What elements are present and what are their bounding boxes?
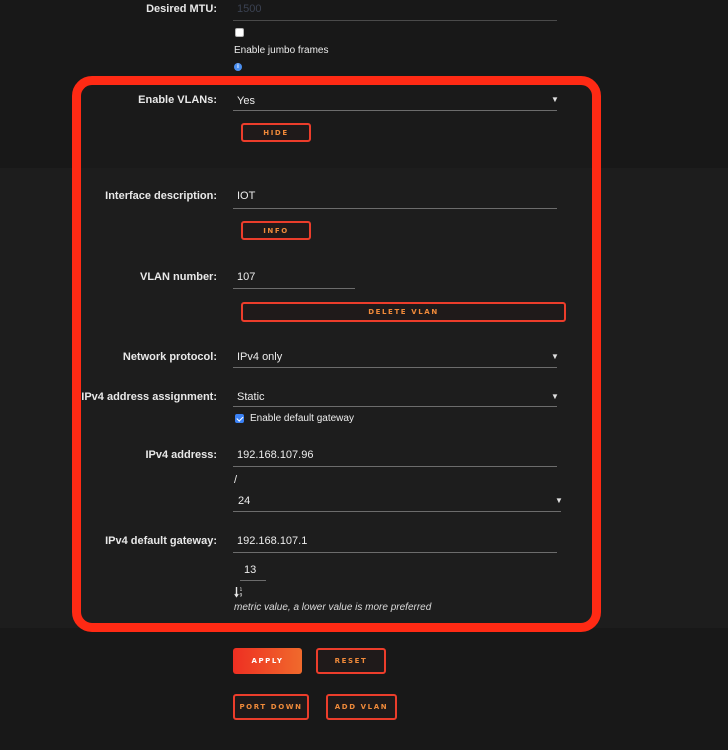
ipv4-address-input[interactable]: 192.168.107.96	[237, 449, 313, 461]
info-icon[interactable]: i	[234, 63, 242, 71]
mtu-label: Desired MTU:	[146, 3, 217, 15]
sort-numeric-icon: 1 9	[234, 585, 244, 599]
jumbo-frames-label: Enable jumbo frames	[234, 45, 329, 56]
ipv4-address-label: IPv4 address:	[145, 449, 217, 461]
ipv4-gateway-label: IPv4 default gateway:	[105, 535, 217, 547]
vlan-number-underline	[233, 288, 355, 289]
prefix-length-underline	[233, 511, 561, 512]
prefix-length-select[interactable]: 24	[238, 495, 250, 507]
vlan-number-label: VLAN number:	[140, 271, 217, 283]
reset-button[interactable]: RESET	[316, 648, 386, 674]
svg-text:1: 1	[240, 587, 243, 593]
enable-vlans-select[interactable]: Yes	[237, 95, 255, 107]
info-button[interactable]: INFO	[241, 221, 311, 240]
add-vlan-button[interactable]: ADD VLAN	[326, 694, 397, 720]
enable-vlans-underline	[233, 110, 557, 111]
ipv4-assignment-label: IPv4 address assignment:	[81, 391, 217, 403]
apply-button[interactable]: APPLY	[233, 648, 302, 674]
ipv4-assignment-underline	[233, 406, 557, 407]
hide-button[interactable]: HIDE	[241, 123, 311, 142]
prefix-separator: /	[234, 474, 238, 486]
chevron-down-icon: ▼	[555, 496, 563, 505]
chevron-down-icon: ▼	[551, 392, 559, 401]
svg-text:9: 9	[240, 593, 243, 599]
mtu-input-underline	[233, 20, 557, 21]
mtu-input[interactable]: 1500	[237, 3, 261, 15]
bottom-section-bg	[0, 628, 728, 750]
metric-input[interactable]: 13	[244, 564, 256, 576]
enable-vlans-label: Enable VLANs:	[138, 94, 217, 106]
ipv4-gateway-input[interactable]: 192.168.107.1	[237, 535, 307, 547]
delete-vlan-button[interactable]: DELETE VLAN	[241, 302, 566, 322]
interface-description-input[interactable]: IOT	[237, 190, 255, 202]
network-protocol-select[interactable]: IPv4 only	[237, 351, 282, 363]
default-gateway-checkbox-label: Enable default gateway	[250, 413, 354, 424]
network-protocol-label: Network protocol:	[122, 351, 217, 363]
vlan-number-input[interactable]: 107	[237, 271, 255, 283]
metric-underline	[240, 580, 266, 581]
ipv4-gateway-underline	[233, 552, 557, 553]
chevron-down-icon: ▼	[551, 352, 559, 361]
chevron-down-icon: ▼	[551, 95, 559, 104]
ipv4-assignment-select[interactable]: Static	[237, 391, 265, 403]
metric-hint: metric value, a lower value is more pref…	[234, 602, 432, 613]
network-protocol-underline	[233, 367, 557, 368]
ipv4-address-underline	[233, 466, 557, 467]
interface-description-label: Interface description:	[105, 190, 217, 202]
interface-description-underline	[233, 208, 557, 209]
default-gateway-checkbox[interactable]	[235, 414, 244, 423]
port-down-button[interactable]: PORT DOWN	[233, 694, 309, 720]
jumbo-frames-checkbox[interactable]	[235, 28, 244, 37]
